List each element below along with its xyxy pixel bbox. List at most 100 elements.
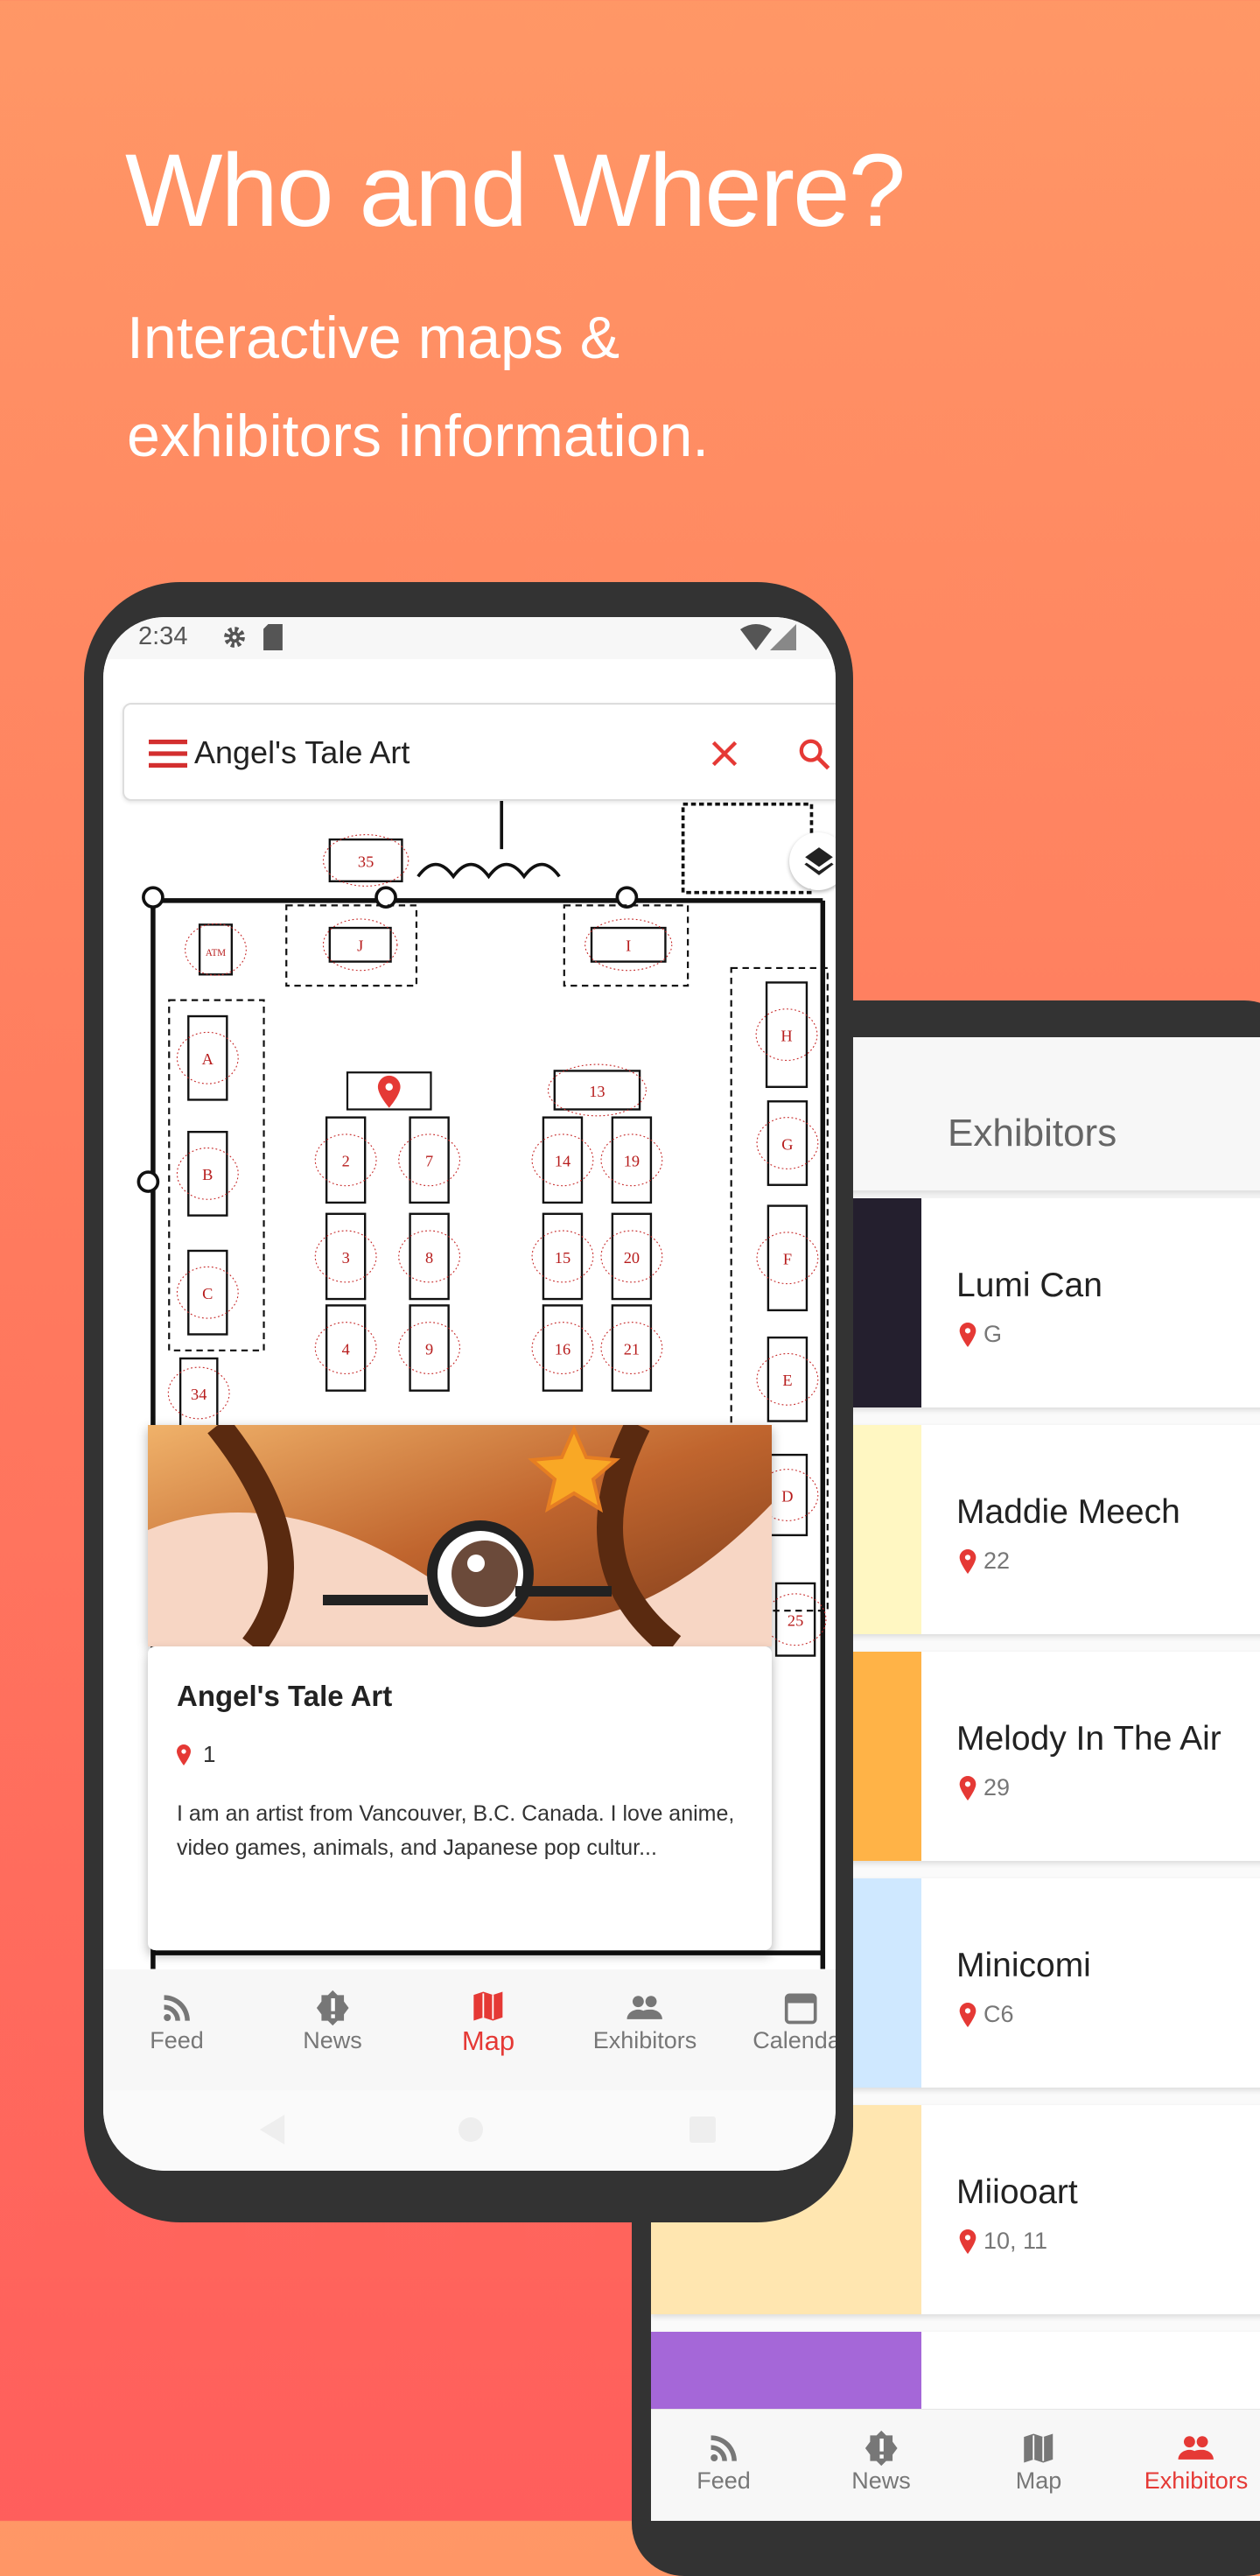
promo-subtitle-line: Interactive maps &: [127, 305, 620, 371]
booth-label: 21: [624, 1340, 640, 1358]
nav-feed[interactable]: Feed: [696, 2429, 751, 2495]
location-pin-icon: [959, 2002, 976, 2027]
exhibitor-name: Lumi Can: [956, 1267, 1102, 1304]
booth-label: 13: [589, 1083, 605, 1100]
exhibitor-booth: 10, 11: [959, 2228, 1047, 2255]
location-pin-icon: [959, 1322, 976, 1347]
rss-icon: [710, 2435, 737, 2462]
booth-label: G: [781, 1135, 793, 1153]
status-time: 2:34: [138, 622, 188, 650]
back-icon[interactable]: [259, 2115, 285, 2144]
calendar-icon: [784, 1993, 817, 2025]
close-icon[interactable]: [709, 738, 740, 769]
location-pin-icon: [959, 2229, 976, 2254]
nav-label: Feed: [696, 2467, 751, 2494]
booth-label: 35: [358, 853, 374, 870]
booth-label: 20: [624, 1249, 640, 1267]
bottom-nav: Feed News Map Exhibitors: [651, 2409, 1260, 2521]
exhibitor-card[interactable]: Angel's Tale Art 1 I am an artist from V…: [148, 1646, 772, 1950]
map-icon: [473, 1991, 503, 2021]
booth-label: 25: [788, 1612, 803, 1630]
status-bar: 2:34: [103, 617, 836, 659]
wifi-icon: [740, 624, 772, 650]
nav-map[interactable]: Map: [462, 1987, 514, 2057]
nav-exhibitors[interactable]: Exhibitors: [592, 1989, 697, 2054]
promo-subtitle-line: exhibitors information.: [127, 403, 710, 469]
booth-label: A: [202, 1050, 214, 1068]
system-nav-bar: [103, 2090, 836, 2171]
bottom-nav: Feed News Map Exhibitors Calendar: [103, 1969, 836, 2090]
card-booth: 1: [177, 1741, 215, 1768]
layers-icon: [804, 847, 834, 875]
booth-label: 15: [555, 1249, 570, 1267]
alert-badge-icon: [864, 2430, 898, 2467]
nav-feed[interactable]: Feed: [150, 1989, 204, 2054]
nav-label: Exhibitors: [1144, 2467, 1249, 2494]
nav-label: News: [303, 2027, 362, 2053]
booth-number: 1: [203, 1741, 216, 1767]
booth-label: C: [202, 1285, 213, 1302]
search-input[interactable]: Angel's Tale Art: [194, 734, 410, 771]
booth-label: 14: [555, 1153, 570, 1170]
map-screen: 2:34 35 J I ATM A B C H G F E D 13 2 7 14 19 3 8 15 20 4 9 16 21…: [103, 617, 836, 2171]
exhibitor-booth: 22: [959, 1548, 1010, 1575]
nav-label: Feed: [150, 2027, 204, 2053]
booth-label: 19: [624, 1153, 640, 1170]
booth-label: 16: [555, 1340, 570, 1358]
gear-icon: [224, 627, 245, 648]
booth-number: 22: [984, 1548, 1011, 1574]
booth-label: 8: [425, 1249, 433, 1267]
sd-card-icon: [263, 624, 283, 650]
booth-label: 4: [342, 1340, 350, 1358]
search-bar[interactable]: Angel's Tale Art: [122, 703, 836, 801]
exhibitor-image: [148, 1425, 772, 1646]
exhibitor-booth: C6: [959, 2001, 1014, 2028]
alert-badge-icon: [316, 1990, 349, 2026]
location-pin-icon: [959, 1548, 976, 1574]
nav-label: News: [851, 2467, 911, 2494]
nav-label: Map: [1015, 2467, 1062, 2494]
exhibitor-name: Maddie Meech: [956, 1493, 1180, 1531]
booth-label: ATM: [206, 948, 226, 958]
page-title: Exhibitors: [948, 1112, 1117, 1155]
nav-news[interactable]: News: [303, 1989, 362, 2054]
booth-label: D: [781, 1487, 793, 1505]
nav-map[interactable]: Map: [1015, 2429, 1062, 2495]
people-icon: [626, 1996, 663, 2019]
location-pin-icon: [959, 1775, 976, 1800]
booth-label: 7: [425, 1153, 433, 1170]
booth-label: E: [782, 1372, 792, 1389]
exhibitor-booth: G: [959, 1321, 1002, 1348]
home-icon[interactable]: [458, 2116, 484, 2143]
nav-calendar[interactable]: Calendar: [752, 1989, 836, 2054]
nav-news[interactable]: News: [851, 2429, 911, 2495]
recents-icon[interactable]: [690, 2116, 716, 2143]
card-title: Angel's Tale Art: [177, 1680, 393, 1712]
map-icon: [1024, 2433, 1054, 2463]
promo-headline: Who and Where?: [125, 133, 906, 249]
booth-label: H: [780, 1027, 792, 1044]
booth-label: 34: [191, 1386, 206, 1403]
location-pin-icon: [177, 1744, 191, 1765]
booth-label: 9: [425, 1340, 433, 1358]
signal-icon: [770, 624, 796, 650]
exhibitor-name: Melody In The Air: [956, 1720, 1222, 1758]
search-icon[interactable]: [796, 736, 831, 771]
booth-number: C6: [984, 2001, 1014, 2027]
promo-subtitle: Interactive maps & exhibitors informatio…: [127, 289, 709, 485]
booth-label: 2: [342, 1153, 350, 1170]
nav-exhibitors[interactable]: Exhibitors: [1144, 2429, 1249, 2495]
booth-label: J: [357, 937, 363, 955]
booth-number: G: [984, 1321, 1003, 1347]
card-description: I am an artist from Vancouver, B.C. Cana…: [177, 1801, 735, 1860]
booth-label: I: [626, 937, 631, 955]
nav-label: Exhibitors: [592, 2027, 697, 2053]
people-icon: [1178, 2436, 1214, 2460]
booth-label: 3: [342, 1249, 350, 1267]
booth-label: F: [783, 1251, 792, 1268]
rss-icon: [163, 1995, 190, 2022]
booth-label: B: [202, 1166, 213, 1183]
exhibitor-name: Miiooart: [956, 2173, 1078, 2211]
hamburger-icon[interactable]: [149, 740, 187, 768]
booth-number: 29: [984, 1774, 1011, 1800]
